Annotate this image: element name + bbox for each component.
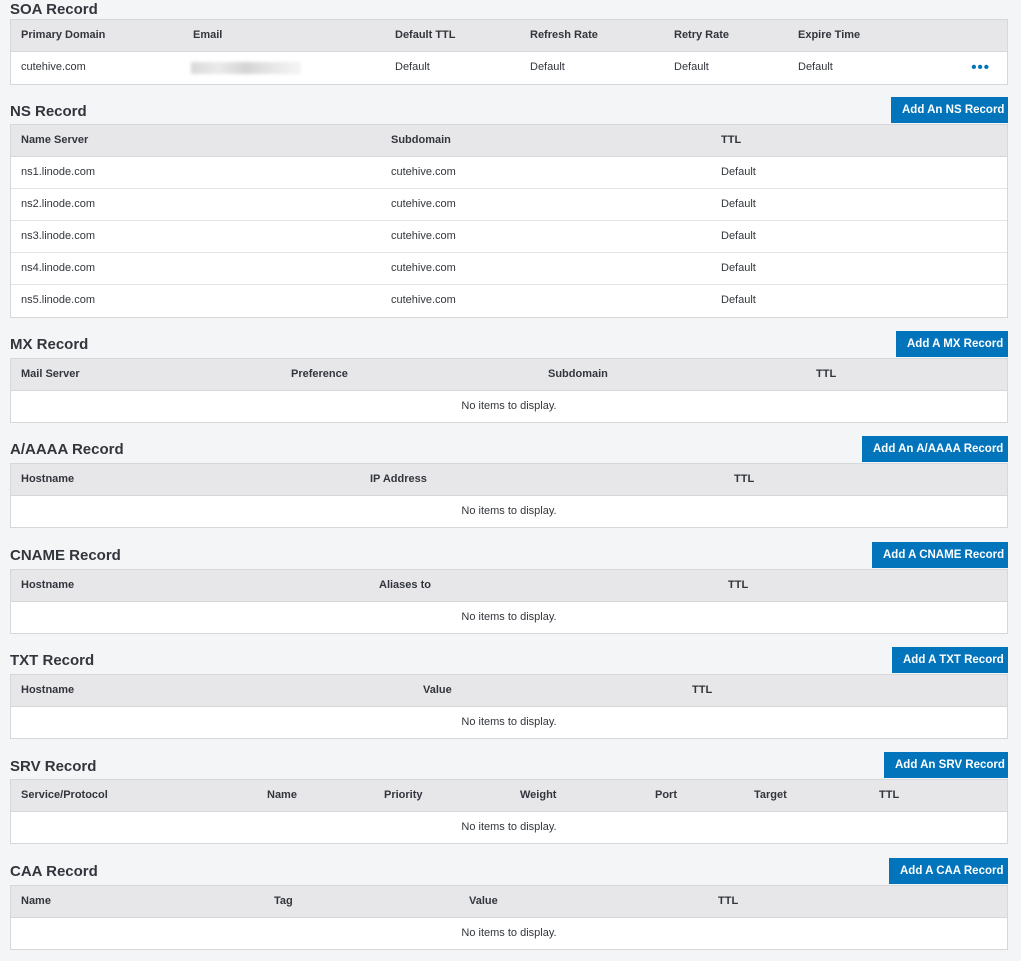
col-weight[interactable]: Weight xyxy=(520,780,556,811)
table-row: ns1.linode.com cutehive.com Default xyxy=(11,157,1007,189)
srv-table-header: Service/Protocol Name Priority Weight Po… xyxy=(11,780,1007,812)
col-tag[interactable]: Tag xyxy=(274,886,293,917)
mx-title: MX Record xyxy=(10,336,89,353)
name-server: ns2.linode.com xyxy=(21,198,95,210)
col-ttl[interactable]: TTL xyxy=(879,780,899,811)
subdomain: cutehive.com xyxy=(391,262,456,274)
add-cname-record-button[interactable]: Add A CNAME Record xyxy=(872,542,1008,568)
col-ttl[interactable]: TTL xyxy=(816,359,836,390)
mx-table-header: Mail Server Preference Subdomain TTL xyxy=(11,359,1007,391)
add-txt-record-button[interactable]: Add A TXT Record xyxy=(892,647,1008,673)
col-name-server[interactable]: Name Server xyxy=(21,125,88,156)
add-ns-record-button[interactable]: Add An NS Record xyxy=(891,97,1008,123)
srv-title: SRV Record xyxy=(10,758,97,775)
subdomain: cutehive.com xyxy=(391,198,456,210)
ns-table-header: Name Server Subdomain TTL xyxy=(11,125,1007,157)
table-row: ns2.linode.com cutehive.com Default xyxy=(11,189,1007,221)
soa-table: Primary Domain Email Default TTL Refresh… xyxy=(10,19,1008,85)
cname-table: Hostname Aliases to TTL No items to disp… xyxy=(10,569,1008,634)
col-ttl[interactable]: TTL xyxy=(728,570,748,601)
a-aaaa-table-header: Hostname IP Address TTL xyxy=(11,464,1007,496)
txt-title: TXT Record xyxy=(10,652,95,669)
name-server: ns5.linode.com xyxy=(21,294,95,306)
txt-table: Hostname Value TTL No items to display. xyxy=(10,674,1008,739)
cname-title: CNAME Record xyxy=(10,547,121,564)
caa-table: Name Tag Value TTL No items to display. xyxy=(10,885,1008,950)
add-mx-record-button[interactable]: Add A MX Record xyxy=(896,331,1008,357)
empty-message: No items to display. xyxy=(461,611,557,623)
col-service-protocol[interactable]: Service/Protocol xyxy=(21,780,108,811)
soa-expire-time: Default xyxy=(798,61,833,73)
add-a-aaaa-record-button[interactable]: Add An A/AAAA Record xyxy=(862,436,1008,462)
col-ttl[interactable]: TTL xyxy=(721,125,741,156)
col-aliases-to[interactable]: Aliases to xyxy=(379,570,431,601)
col-refresh-rate[interactable]: Refresh Rate xyxy=(530,20,598,51)
table-row: ns5.linode.com cutehive.com Default xyxy=(11,285,1007,317)
soa-retry-rate: Default xyxy=(674,61,709,73)
more-actions-icon[interactable]: ••• xyxy=(971,52,990,83)
col-target[interactable]: Target xyxy=(754,780,787,811)
col-primary-domain[interactable]: Primary Domain xyxy=(21,20,105,51)
col-name[interactable]: Name xyxy=(267,780,297,811)
col-subdomain[interactable]: Subdomain xyxy=(391,125,451,156)
col-value[interactable]: Value xyxy=(423,675,452,706)
empty-message: No items to display. xyxy=(461,400,557,412)
col-hostname[interactable]: Hostname xyxy=(21,570,74,601)
subdomain: cutehive.com xyxy=(391,166,456,178)
col-preference[interactable]: Preference xyxy=(291,359,348,390)
soa-default-ttl: Default xyxy=(395,61,430,73)
ttl: Default xyxy=(721,230,756,242)
col-expire-time[interactable]: Expire Time xyxy=(798,20,860,51)
a-aaaa-title: A/AAAA Record xyxy=(10,441,124,458)
col-ip-address[interactable]: IP Address xyxy=(370,464,427,495)
redacted-email xyxy=(191,62,301,74)
subdomain: cutehive.com xyxy=(391,230,456,242)
col-email[interactable]: Email xyxy=(193,20,222,51)
table-row: ns3.linode.com cutehive.com Default xyxy=(11,221,1007,253)
empty-message: No items to display. xyxy=(461,821,557,833)
col-subdomain[interactable]: Subdomain xyxy=(548,359,608,390)
soa-primary-domain: cutehive.com xyxy=(21,61,86,73)
col-hostname[interactable]: Hostname xyxy=(21,464,74,495)
soa-table-header: Primary Domain Email Default TTL Refresh… xyxy=(11,20,1007,52)
name-server: ns4.linode.com xyxy=(21,262,95,274)
ttl: Default xyxy=(721,166,756,178)
name-server: ns1.linode.com xyxy=(21,166,95,178)
empty-message: No items to display. xyxy=(461,505,557,517)
txt-table-header: Hostname Value TTL xyxy=(11,675,1007,707)
table-row: cutehive.com Default Default Default Def… xyxy=(11,52,1007,84)
col-hostname[interactable]: Hostname xyxy=(21,675,74,706)
caa-table-header: Name Tag Value TTL xyxy=(11,886,1007,918)
a-aaaa-table: Hostname IP Address TTL No items to disp… xyxy=(10,463,1008,528)
col-priority[interactable]: Priority xyxy=(384,780,423,811)
subdomain: cutehive.com xyxy=(391,294,456,306)
ttl: Default xyxy=(721,294,756,306)
empty-message: No items to display. xyxy=(461,927,557,939)
soa-title: SOA Record xyxy=(10,1,98,18)
table-row: ns4.linode.com cutehive.com Default xyxy=(11,253,1007,285)
ns-table: Name Server Subdomain TTL ns1.linode.com… xyxy=(10,124,1008,318)
ttl: Default xyxy=(721,262,756,274)
add-srv-record-button[interactable]: Add An SRV Record xyxy=(884,752,1008,778)
col-mail-server[interactable]: Mail Server xyxy=(21,359,80,390)
srv-table: Service/Protocol Name Priority Weight Po… xyxy=(10,779,1008,844)
col-port[interactable]: Port xyxy=(655,780,677,811)
cname-table-header: Hostname Aliases to TTL xyxy=(11,570,1007,602)
col-value[interactable]: Value xyxy=(469,886,498,917)
soa-refresh-rate: Default xyxy=(530,61,565,73)
col-retry-rate[interactable]: Retry Rate xyxy=(674,20,729,51)
name-server: ns3.linode.com xyxy=(21,230,95,242)
add-caa-record-button[interactable]: Add A CAA Record xyxy=(889,858,1008,884)
col-name[interactable]: Name xyxy=(21,886,51,917)
col-ttl[interactable]: TTL xyxy=(734,464,754,495)
empty-message: No items to display. xyxy=(461,716,557,728)
ns-title: NS Record xyxy=(10,103,87,120)
mx-table: Mail Server Preference Subdomain TTL No … xyxy=(10,358,1008,423)
caa-title: CAA Record xyxy=(10,863,98,880)
col-default-ttl[interactable]: Default TTL xyxy=(395,20,456,51)
col-ttl[interactable]: TTL xyxy=(692,675,712,706)
ttl: Default xyxy=(721,198,756,210)
col-ttl[interactable]: TTL xyxy=(718,886,738,917)
